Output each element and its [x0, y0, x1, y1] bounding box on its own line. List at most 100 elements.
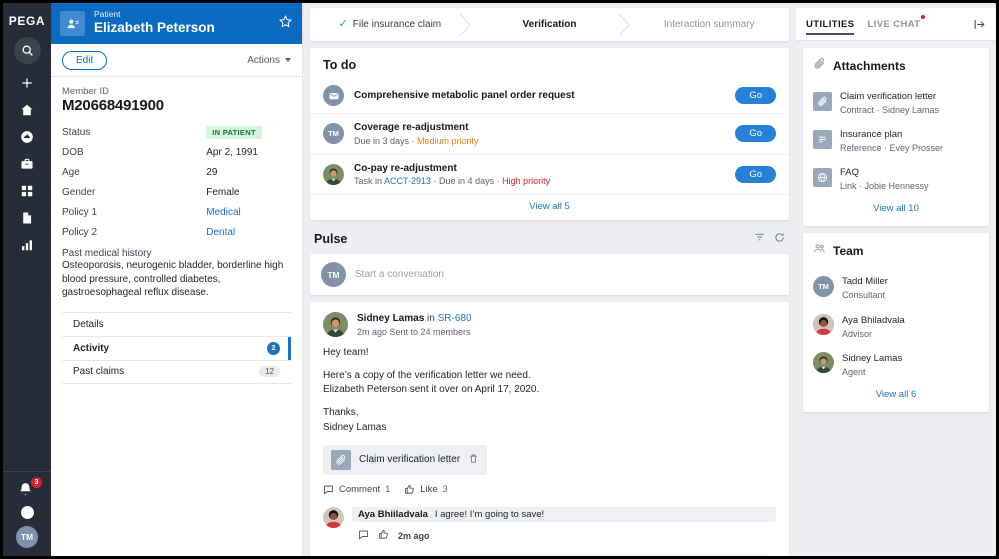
dashboard-icon[interactable]: [11, 124, 43, 150]
main-content: ✓ File insurance claim Verification Interac…: [303, 3, 796, 556]
team-member[interactable]: TM Tadd Miller Consultant: [813, 267, 979, 305]
patient-tab-activity[interactable]: Activity 2: [62, 335, 291, 360]
todo-item-subtitle: Task in ACCT-2913 · Due in 4 days · High…: [354, 176, 551, 187]
comment-like-icon[interactable]: [378, 527, 389, 545]
todo-sub-part: High priority: [502, 176, 551, 187]
pulse-title: Pulse: [314, 232, 348, 247]
chart-icon[interactable]: [11, 232, 43, 258]
todo-item[interactable]: TM Coverage re-adjustment Due in 3 days · …: [310, 113, 789, 154]
todo-item-subtitle: Due in 3 days · Medium priority: [354, 135, 479, 146]
medical-history-label: Past medical history: [62, 248, 152, 259]
comment-button[interactable]: Comment 1: [323, 484, 390, 495]
tab-count-badge: 12: [259, 366, 280, 377]
todo-view-all-link[interactable]: View all 5: [310, 194, 789, 220]
collapse-panel-icon[interactable]: [973, 18, 986, 31]
globe-icon: [813, 167, 832, 187]
attachment-name: FAQ: [840, 167, 860, 179]
post-meta: 2m ago Sent to 24 members: [357, 326, 471, 337]
member-id-value: M20668491900: [62, 97, 164, 114]
notifications-bell-icon[interactable]: 3: [17, 477, 42, 499]
patient-tab-details[interactable]: Details: [62, 311, 291, 336]
breadcrumb-step-1[interactable]: ✓ File insurance claim: [310, 8, 471, 41]
edit-button[interactable]: Edit: [62, 50, 108, 70]
patient-field-row: Gender Female: [62, 182, 291, 202]
todo-card: To do Comprehensive metabolic panel orde…: [310, 48, 789, 221]
breadcrumb-step-2[interactable]: Verification: [470, 8, 631, 41]
go-button[interactable]: Go: [735, 87, 776, 104]
go-button[interactable]: Go: [735, 165, 776, 183]
attachment-name: Insurance plan: [840, 129, 903, 141]
patient-field-label: DOB: [62, 146, 84, 158]
avatar-photo-female: [813, 314, 834, 336]
post-paragraph: Hey team!: [323, 346, 369, 358]
patient-field-value[interactable]: Medical: [206, 207, 240, 218]
document-icon[interactable]: [11, 205, 43, 231]
help-icon[interactable]: [20, 506, 34, 519]
add-comment-row: TM Add a comment: [323, 554, 776, 556]
go-button[interactable]: Go: [735, 125, 776, 143]
comment-timestamp: 2m ago: [398, 530, 430, 541]
breadcrumb-label: Verification: [522, 19, 577, 30]
paperclip-icon: [813, 57, 826, 75]
avatar[interactable]: TM: [16, 526, 38, 548]
comment-author[interactable]: Aya Bhiiladvala: [358, 509, 428, 520]
actions-menu[interactable]: Actions: [247, 55, 291, 66]
team-member-name: Sidney Lamas: [842, 352, 903, 364]
patient-field-list: Status IN PATIENT DOB Apr 2, 1991 Age 29 Gende…: [62, 122, 291, 242]
rail-bottom-section: 3 TM: [3, 471, 51, 556]
center-scroll-area: To do Comprehensive metabolic panel orde…: [303, 41, 796, 556]
like-label: Like: [420, 483, 438, 495]
filter-icon[interactable]: [754, 230, 765, 248]
home-icon[interactable]: [11, 97, 43, 123]
tab-label: LIVE CHAT: [867, 18, 921, 30]
todo-item-text: Comprehensive metabolic panel order requ…: [354, 89, 725, 103]
patient-field-value: Apr 2, 1991: [206, 146, 258, 158]
delete-icon[interactable]: [468, 451, 479, 469]
comment-reply-icon[interactable]: [358, 527, 369, 545]
post-attachment-chip[interactable]: Claim verification letter: [323, 444, 488, 475]
tab-count-badge: 2: [267, 341, 280, 355]
tab-live-chat[interactable]: LIVE CHAT: [867, 8, 925, 40]
like-button[interactable]: Like 3: [404, 483, 448, 495]
paperclip-icon: [813, 91, 832, 111]
patient-header: Patient Elizabeth Peterson: [51, 3, 302, 44]
pulse-composer[interactable]: TM Start a conversation: [310, 254, 789, 296]
patient-field-value[interactable]: Dental: [206, 227, 235, 238]
tab-utilities[interactable]: UTILITIES: [806, 8, 855, 40]
patient-field-row: Policy 1 Medical: [62, 202, 291, 222]
team-view-all-link[interactable]: View all 6: [813, 382, 979, 409]
favorite-star-icon[interactable]: [278, 14, 293, 34]
team-member[interactable]: Sidney Lamas Agent: [813, 344, 979, 382]
post-author[interactable]: Sidney Lamas: [357, 313, 424, 324]
start-conversation-input[interactable]: Start a conversation: [355, 269, 444, 280]
team-member[interactable]: Aya Bhiladvala Advisor: [813, 306, 979, 344]
attachment-name: Claim verification letter: [840, 91, 937, 102]
application-window: PEGA 3 TM Patient Elizabeth Peterson Edi…: [3, 3, 996, 556]
breadcrumb-step-3[interactable]: Interaction summary: [629, 8, 789, 41]
breadcrumb-label: Interaction summary: [663, 19, 755, 30]
todo-item-text: Co-pay re-adjustment Task in ACCT-2913 · …: [354, 162, 725, 188]
briefcase-icon[interactable]: [11, 151, 43, 177]
pulse-post: Sidney Lamas in SR-680 2m ago Sent to 24…: [310, 302, 789, 556]
plus-icon[interactable]: [11, 70, 43, 96]
patient-tab-list: Details Activity 2 Past claims 12: [62, 311, 291, 384]
post-case-link[interactable]: SR-680: [438, 313, 472, 324]
attachment-item[interactable]: Claim verification letter Contract · Sidn…: [813, 82, 979, 120]
search-icon[interactable]: [13, 37, 41, 64]
grid-icon[interactable]: [11, 178, 43, 204]
patient-tab-past-claims[interactable]: Past claims 12: [62, 359, 291, 384]
chevron-down-icon: [285, 58, 291, 62]
team-member-name: Aya Bhiladvala: [842, 314, 905, 326]
todo-sub-part: Medium priority: [417, 135, 479, 146]
todo-item[interactable]: Co-pay re-adjustment Task in ACCT-2913 · …: [310, 153, 789, 195]
tab-label: Activity: [73, 342, 110, 354]
refresh-icon[interactable]: [774, 230, 785, 248]
add-comment-input[interactable]: Add a comment: [352, 554, 776, 556]
todo-item[interactable]: Comprehensive metabolic panel order requ…: [310, 78, 789, 113]
attachments-view-all-link[interactable]: View all 10: [813, 196, 979, 223]
todo-sub-part[interactable]: ACCT-2913: [384, 176, 431, 186]
attachment-item[interactable]: Insurance plan Reference · Evey Prosser: [813, 120, 979, 158]
patient-field-row: DOB Apr 2, 1991: [62, 142, 291, 162]
attachment-item[interactable]: FAQ Link · Jobie Hennessy: [813, 158, 979, 196]
patient-field-value: 29: [206, 166, 218, 178]
